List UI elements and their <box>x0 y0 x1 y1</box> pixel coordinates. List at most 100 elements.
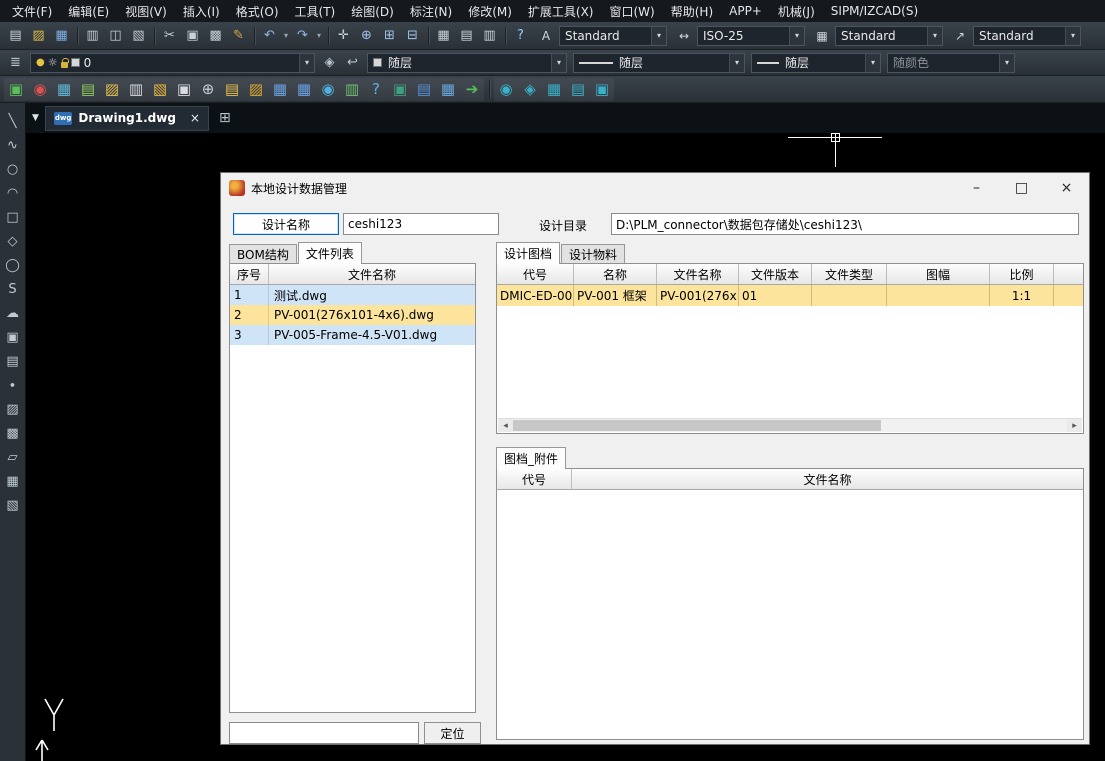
plot-icon[interactable]: ▥ <box>81 25 104 47</box>
menu-item[interactable]: 工具(T) <box>287 0 344 23</box>
linetype-combo[interactable]: 随层 ▾ <box>573 52 745 73</box>
plugin-icon-03[interactable]: ▦ <box>52 77 76 101</box>
lineweight-combo[interactable]: 随层 ▾ <box>751 52 881 73</box>
plugin-icon-16[interactable]: ? <box>364 77 388 101</box>
plugin-icon-23[interactable]: ▦ <box>542 77 566 101</box>
separator[interactable] <box>150 25 158 47</box>
column-header[interactable]: 文件版本 <box>739 264 812 284</box>
column-header[interactable]: 代号 <box>497 264 574 284</box>
tab-design-drawings[interactable]: 设计图档 <box>496 242 561 264</box>
design-dir-input[interactable] <box>611 213 1079 235</box>
plugin-icon-25[interactable]: ▣ <box>590 77 614 101</box>
close-button[interactable]: × <box>1044 173 1089 202</box>
cut-icon[interactable]: ✂ <box>158 25 181 47</box>
tab-file-list[interactable]: 文件列表 <box>297 242 362 264</box>
scroll-left-icon[interactable]: ◂ <box>498 419 513 432</box>
tab-close-icon[interactable]: × <box>190 111 200 125</box>
insert-block-icon[interactable]: ▣ <box>3 328 23 347</box>
scroll-right-icon[interactable]: ▸ <box>1067 419 1082 432</box>
chevron-down-icon[interactable]: ▾ <box>651 26 666 45</box>
menu-item[interactable]: 修改(M) <box>460 0 520 23</box>
plugin-icon-17[interactable]: ▣ <box>388 77 412 101</box>
layer-previous-icon[interactable]: ↩ <box>341 52 364 74</box>
plugin-icon-12[interactable]: ▦ <box>268 77 292 101</box>
layer-properties-icon[interactable]: ≣ <box>4 52 27 74</box>
menu-item[interactable]: 扩展工具(X) <box>520 0 602 23</box>
separator[interactable] <box>324 25 332 47</box>
help-icon[interactable]: ? <box>509 25 532 47</box>
locate-button[interactable]: 定位 <box>424 722 481 744</box>
circle-icon[interactable]: ○ <box>3 160 23 179</box>
menu-item[interactable]: 帮助(H) <box>663 0 721 23</box>
plugin-icon-21[interactable]: ◉ <box>494 77 518 101</box>
menu-item[interactable]: APP+ <box>721 1 770 21</box>
pan-icon[interactable]: ✛ <box>332 25 355 47</box>
save-icon[interactable]: ▦ <box>50 25 73 47</box>
publish-icon[interactable]: ▧ <box>127 25 150 47</box>
separator[interactable] <box>250 25 258 47</box>
plugin-icon-11[interactable]: ▨ <box>244 77 268 101</box>
测试.dwg[interactable]: 1 测试.dwg <box>230 285 475 305</box>
column-header-filename[interactable]: 文件名称 <box>572 469 1083 489</box>
match-properties-icon[interactable]: ✎ <box>227 25 250 47</box>
tab-list-icon[interactable]: ▼ <box>32 113 39 123</box>
color-combo[interactable]: 随层 ▾ <box>367 52 567 73</box>
redo-dropdown-icon[interactable]: ▾ <box>314 25 324 47</box>
layer-thaw-icon[interactable]: ☼ <box>48 56 58 69</box>
design-name-button[interactable]: 设计名称 <box>233 213 339 235</box>
column-header-filename[interactable]: 文件名称 <box>269 264 475 284</box>
chevron-down-icon[interactable]: ▾ <box>729 53 744 72</box>
separator[interactable] <box>501 25 509 47</box>
menu-item[interactable]: 插入(I) <box>175 0 228 23</box>
column-header[interactable]: 文件名称 <box>657 264 739 284</box>
chevron-down-icon[interactable]: ▾ <box>299 53 314 72</box>
undo-dropdown-icon[interactable]: ▾ <box>281 25 291 47</box>
column-header-no[interactable]: 序号 <box>230 264 269 284</box>
new-drawing-tab-icon[interactable]: ⊞ <box>219 110 231 126</box>
chevron-down-icon[interactable]: ▾ <box>551 53 566 72</box>
image-icon[interactable]: ▧ <box>3 496 23 515</box>
separator[interactable] <box>484 78 494 101</box>
chevron-down-icon[interactable]: ▾ <box>865 53 880 72</box>
plugin-icon-08[interactable]: ▣ <box>172 77 196 101</box>
plugin-icon-04[interactable]: ▤ <box>76 77 100 101</box>
make-block-icon[interactable]: ▤ <box>3 352 23 371</box>
field-icon[interactable]: ▤ <box>455 25 478 47</box>
column-header[interactable]: 比例 <box>990 264 1054 284</box>
mleader-style-combo[interactable]: Standard ▾ <box>973 25 1081 46</box>
column-header[interactable]: 名称 <box>574 264 657 284</box>
plugin-icon-07[interactable]: ▧ <box>148 77 172 101</box>
copy-icon[interactable]: ▣ <box>181 25 204 47</box>
locate-input[interactable] <box>229 722 419 744</box>
undo-icon[interactable]: ↶ <box>258 25 281 47</box>
spline-icon[interactable]: S <box>3 280 23 299</box>
qnew-icon[interactable]: ▤ <box>4 25 27 47</box>
block-editor-icon[interactable]: ▥ <box>478 25 501 47</box>
ellipse-icon[interactable]: ◯ <box>3 256 23 275</box>
paste-icon[interactable]: ▩ <box>204 25 227 47</box>
make-object-layer-current-icon[interactable]: ◈ <box>318 52 341 74</box>
design-name-input[interactable] <box>343 213 499 235</box>
region-icon[interactable]: ▱ <box>3 448 23 467</box>
scrollbar-track[interactable] <box>513 419 1067 432</box>
arc-icon[interactable]: ◠ <box>3 184 23 203</box>
plugin-icon-02[interactable]: ◉ <box>28 77 52 101</box>
gradient-icon[interactable]: ▩ <box>3 424 23 443</box>
plugin-icon-20[interactable]: ➔ <box>460 77 484 101</box>
PV-005-Frame-4.5-V01.dwg[interactable]: 3 PV-005-Frame-4.5-V01.dwg <box>230 325 475 345</box>
line-icon[interactable]: ╲ <box>3 112 23 131</box>
scrollbar-thumb[interactable] <box>513 420 881 431</box>
menu-item[interactable]: 文件(F) <box>4 0 60 23</box>
tab-drawing-attachments[interactable]: 图档_附件 <box>496 447 567 469</box>
chevron-down-icon[interactable]: ▾ <box>927 26 942 45</box>
layer-on-icon[interactable]: ● <box>36 57 45 68</box>
menu-item[interactable]: 标注(N) <box>402 0 460 23</box>
polygon-icon[interactable]: ◇ <box>3 232 23 251</box>
drawing-tab[interactable]: dwg Drawing1.dwg × <box>44 105 209 131</box>
chevron-down-icon[interactable]: ▾ <box>789 26 804 45</box>
tab-bom-structure[interactable]: BOM结构 <box>229 244 297 264</box>
maximize-button[interactable]: □ <box>999 173 1044 202</box>
dim-style-combo[interactable]: ISO-25 ▾ <box>697 25 805 46</box>
separator[interactable] <box>73 25 81 47</box>
plugin-icon-01[interactable]: ▣ <box>4 77 28 101</box>
